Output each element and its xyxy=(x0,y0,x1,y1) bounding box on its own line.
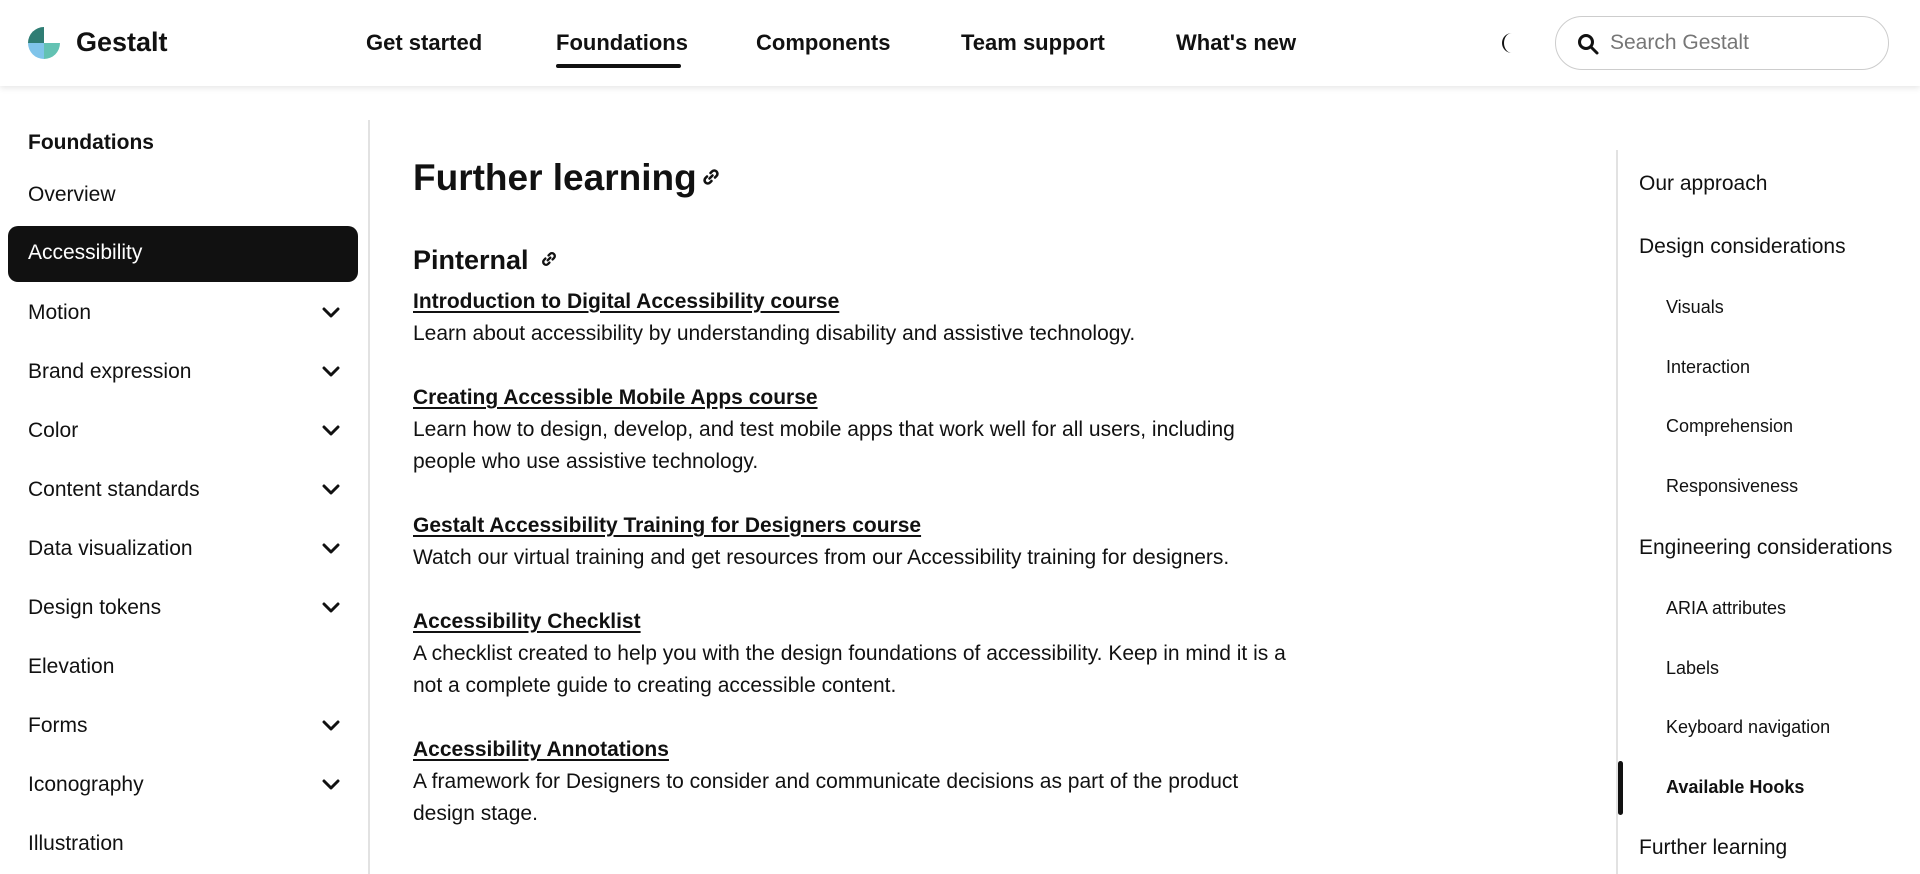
resource-link[interactable]: Accessibility Checklist xyxy=(413,606,1303,638)
sidebar-item-content-standards[interactable]: Content standards xyxy=(8,463,358,519)
chevron-down-icon[interactable] xyxy=(322,365,340,379)
search-icon xyxy=(1578,34,1599,55)
sidebar-item-label: Accessibility xyxy=(28,241,143,264)
sidebar-heading: Foundations xyxy=(28,131,154,154)
toc-item-labels[interactable]: Labels xyxy=(1666,658,1719,679)
toc-item-our-approach[interactable]: Our approach xyxy=(1639,172,1767,196)
chevron-down-icon[interactable] xyxy=(322,306,340,320)
search-box[interactable] xyxy=(1555,16,1889,70)
sidebar-item-label: Color xyxy=(28,419,79,442)
resource-item: Accessibility Annotations A framework fo… xyxy=(413,734,1303,830)
sidebar-item-label: Brand expression xyxy=(28,360,192,383)
sidebar-item-accessibility[interactable]: Accessibility xyxy=(8,226,358,282)
chevron-down-icon[interactable] xyxy=(322,719,340,733)
sidebar-item-design-tokens[interactable]: Design tokens xyxy=(8,581,358,637)
nav-team-support[interactable]: Team support xyxy=(961,30,1105,56)
top-header: Gestalt Get started Foundations Componen… xyxy=(0,0,1920,86)
sidebar-item-label: Data visualization xyxy=(28,537,193,560)
toc-item-responsiveness[interactable]: Responsiveness xyxy=(1666,476,1798,497)
link-icon[interactable] xyxy=(701,167,721,187)
link-icon[interactable] xyxy=(540,250,558,268)
sidebar-item-data-visualization[interactable]: Data visualization xyxy=(8,522,358,578)
toc-item-interaction[interactable]: Interaction xyxy=(1666,357,1750,378)
resource-description: A checklist created to help you with the… xyxy=(413,642,1286,697)
sidebar-item-label: Illustration xyxy=(28,832,124,855)
sidebar-item-label: Motion xyxy=(28,301,92,324)
sidebar-item-motion[interactable]: Motion xyxy=(8,286,358,342)
resource-link[interactable]: Gestalt Accessibility Training for Desig… xyxy=(413,510,1303,542)
resource-description: Learn how to design, develop, and test m… xyxy=(413,418,1235,473)
sidebar-item-forms[interactable]: Forms xyxy=(8,699,358,755)
nav-active-underline xyxy=(556,64,681,68)
toc-item-available-hooks[interactable]: Available Hooks xyxy=(1666,777,1804,798)
sidebar-item-overview[interactable]: Overview xyxy=(8,168,358,224)
sidebar-item-iconography[interactable]: Iconography xyxy=(8,758,358,814)
resource-description: A framework for Designers to consider an… xyxy=(413,770,1239,825)
toc-active-indicator xyxy=(1618,761,1623,815)
moon-icon[interactable] xyxy=(1496,30,1522,56)
sidebar-item-brand-expression[interactable]: Brand expression xyxy=(8,345,358,401)
search-input[interactable] xyxy=(1610,27,1870,59)
chevron-down-icon[interactable] xyxy=(322,778,340,792)
toc-item-engineering-considerations[interactable]: Engineering considerations xyxy=(1639,536,1892,560)
resource-item: Accessibility Checklist A checklist crea… xyxy=(413,606,1303,702)
nav-components[interactable]: Components xyxy=(756,30,890,56)
chevron-down-icon[interactable] xyxy=(322,601,340,615)
nav-get-started[interactable]: Get started xyxy=(366,30,482,56)
sidebar-item-label: Iconography xyxy=(28,773,144,796)
resource-link[interactable]: Introduction to Digital Accessibility co… xyxy=(413,286,1303,318)
sidebar-item-label: Overview xyxy=(28,183,116,206)
resource-item: Creating Accessible Mobile Apps course L… xyxy=(413,382,1303,478)
resource-item: Gestalt Accessibility Training for Desig… xyxy=(413,510,1303,574)
toc-item-visuals[interactable]: Visuals xyxy=(1666,297,1724,318)
toc-item-aria-attributes[interactable]: ARIA attributes xyxy=(1666,598,1786,619)
sidebar-item-label: Forms xyxy=(28,714,88,737)
resource-link[interactable]: Creating Accessible Mobile Apps course xyxy=(413,382,1303,414)
chevron-down-icon[interactable] xyxy=(322,424,340,438)
page-title: Further learning xyxy=(413,157,697,198)
chevron-down-icon[interactable] xyxy=(322,542,340,556)
toc-item-comprehension[interactable]: Comprehension xyxy=(1666,416,1793,437)
resource-description: Learn about accessibility by understandi… xyxy=(413,322,1136,345)
sidebar-item-label: Content standards xyxy=(28,478,200,501)
gestalt-logo-icon[interactable] xyxy=(26,25,62,61)
sidebar-divider xyxy=(368,120,370,874)
toc-item-design-considerations[interactable]: Design considerations xyxy=(1639,235,1846,259)
sidebar-item-label: Design tokens xyxy=(28,596,162,619)
toc-item-keyboard-navigation[interactable]: Keyboard navigation xyxy=(1666,717,1830,738)
nav-whats-new[interactable]: What's new xyxy=(1176,30,1296,56)
toc-item-further-learning[interactable]: Further learning xyxy=(1639,836,1787,860)
section-heading: Pinternal xyxy=(413,245,529,275)
nav-foundations[interactable]: Foundations xyxy=(556,30,688,56)
resource-description: Watch our virtual training and get resou… xyxy=(413,546,1230,569)
sidebar-item-color[interactable]: Color xyxy=(8,404,358,460)
resource-link[interactable]: Accessibility Annotations xyxy=(413,734,1303,766)
sidebar-item-label: Elevation xyxy=(28,655,115,678)
chevron-down-icon[interactable] xyxy=(322,483,340,497)
resource-item: Introduction to Digital Accessibility co… xyxy=(413,286,1303,350)
sidebar-item-illustration[interactable]: Illustration xyxy=(8,817,358,873)
brand-name[interactable]: Gestalt xyxy=(76,27,168,58)
sidebar-item-elevation[interactable]: Elevation xyxy=(8,640,358,696)
